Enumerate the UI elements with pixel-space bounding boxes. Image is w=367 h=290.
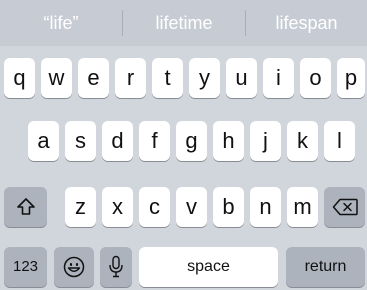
key-v[interactable]: v <box>176 187 207 227</box>
key-s[interactable]: s <box>65 121 96 161</box>
key-w[interactable]: w <box>41 58 72 98</box>
key-u[interactable]: u <box>226 58 257 98</box>
microphone-icon <box>100 247 132 287</box>
shift-icon <box>4 187 47 227</box>
key-p[interactable]: p <box>337 58 365 98</box>
key-k[interactable]: k <box>287 121 318 161</box>
delete-key[interactable] <box>324 187 365 227</box>
key-i[interactable]: i <box>263 58 294 98</box>
shift-key[interactable] <box>4 187 47 227</box>
return-key[interactable]: return <box>286 247 365 287</box>
key-y[interactable]: y <box>189 58 220 98</box>
key-r[interactable]: r <box>115 58 146 98</box>
key-a[interactable]: a <box>28 121 59 161</box>
key-j[interactable]: j <box>250 121 281 161</box>
suggestion-2[interactable]: lifetime <box>123 0 245 46</box>
key-z[interactable]: z <box>65 187 96 227</box>
key-d[interactable]: d <box>102 121 133 161</box>
backspace-icon <box>324 187 365 227</box>
keyboard: “life” lifetime lifespan q w e r t y u i… <box>0 0 367 290</box>
emoji-key[interactable] <box>54 247 94 287</box>
key-g[interactable]: g <box>176 121 207 161</box>
emoji-icon <box>54 247 94 287</box>
key-c[interactable]: c <box>139 187 170 227</box>
key-l[interactable]: l <box>324 121 355 161</box>
key-n[interactable]: n <box>250 187 281 227</box>
space-key[interactable]: space <box>139 247 278 287</box>
suggestion-bar: “life” lifetime lifespan <box>0 0 367 46</box>
key-e[interactable]: e <box>78 58 109 98</box>
numbers-key[interactable]: 123 <box>4 247 47 287</box>
suggestion-1[interactable]: “life” <box>0 0 122 46</box>
key-f[interactable]: f <box>139 121 170 161</box>
suggestion-3[interactable]: lifespan <box>246 0 367 46</box>
key-t[interactable]: t <box>152 58 183 98</box>
key-h[interactable]: h <box>213 121 244 161</box>
key-x[interactable]: x <box>102 187 133 227</box>
key-m[interactable]: m <box>287 187 318 227</box>
dictation-key[interactable] <box>100 247 132 287</box>
key-o[interactable]: o <box>300 58 331 98</box>
key-b[interactable]: b <box>213 187 244 227</box>
key-q[interactable]: q <box>4 58 35 98</box>
